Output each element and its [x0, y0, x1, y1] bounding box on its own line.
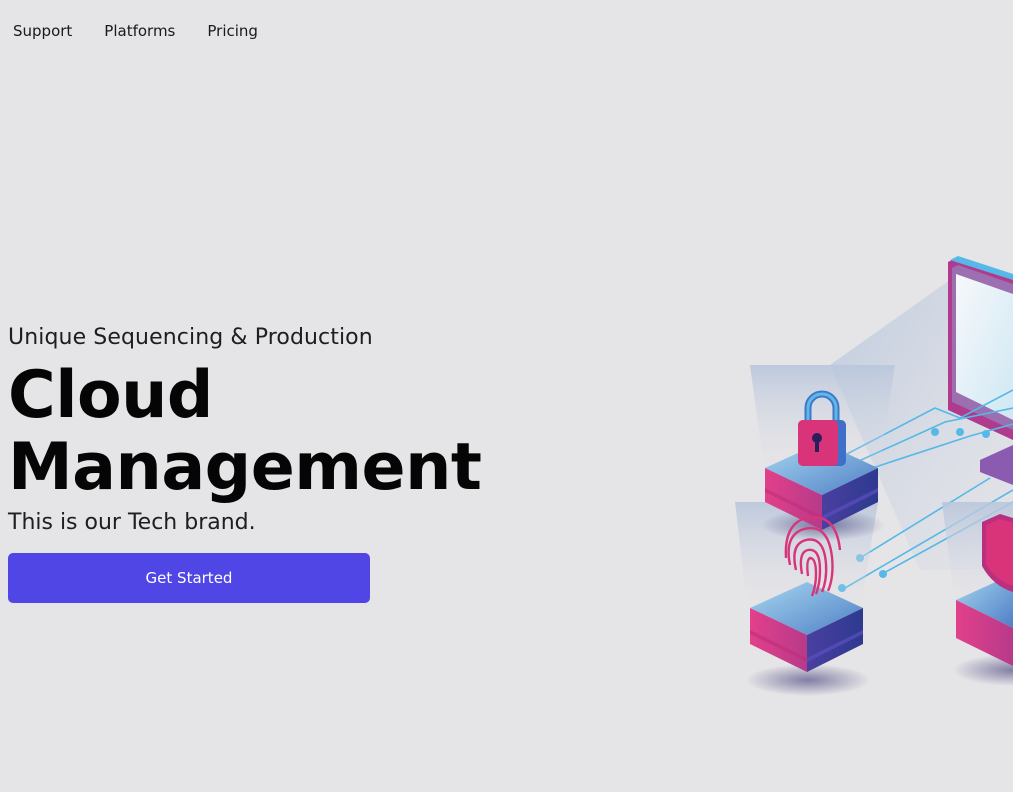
nav-link-platforms[interactable]: Platforms	[104, 22, 175, 40]
get-started-button[interactable]: Get Started	[8, 553, 370, 603]
security-illustration	[735, 256, 1013, 696]
top-nav: Support Platforms Pricing	[13, 22, 258, 40]
hero-title-line-2: Management	[8, 430, 482, 505]
hero-title: Cloud Management	[8, 360, 488, 504]
nav-link-support[interactable]: Support	[13, 22, 72, 40]
hero-tagline: This is our Tech brand.	[8, 510, 256, 535]
hero-section: Unique Sequencing & Production Cloud Man…	[8, 322, 488, 603]
hero-title-line-1: Cloud	[8, 358, 213, 433]
hero-eyebrow: Unique Sequencing & Production	[8, 325, 373, 350]
nav-link-pricing[interactable]: Pricing	[207, 22, 258, 40]
